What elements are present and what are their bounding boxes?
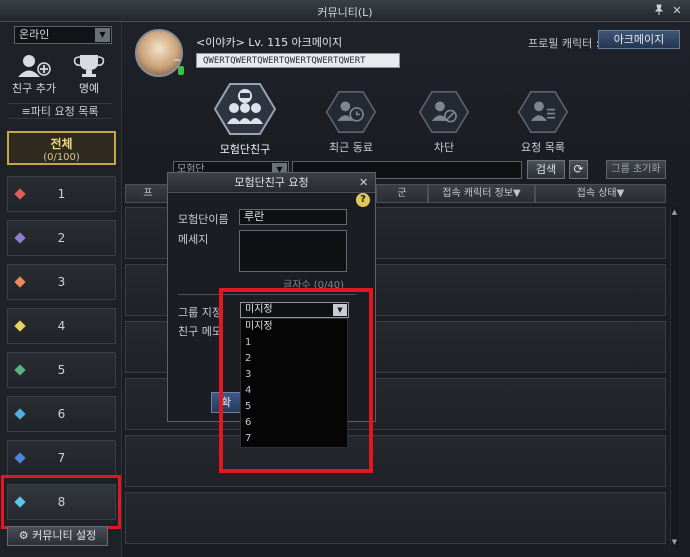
status-message-field[interactable]: QWERTQWERTQWERTQWERTQWERTQWERT [196,53,400,68]
chevron-down-icon: ▼ [95,28,110,42]
tab-request-list-label: 요청 목록 [521,141,565,154]
profile-character-button[interactable]: 아크메이지 [598,30,680,49]
refresh-icon[interactable]: ⟳ [569,160,588,179]
group-item-5[interactable]: 5 [7,352,116,388]
scroll-down-icon[interactable]: ▼ [670,537,679,547]
tab-request-list[interactable]: 요청 목록 [508,90,578,155]
block-user-icon [418,91,470,133]
help-icon[interactable]: ? [356,193,370,207]
close-icon[interactable]: ✕ [670,4,684,18]
title-bar: 커뮤니티(L) ✕ [0,0,690,22]
group-all-count: (0/100) [43,152,80,163]
group-item-label: 6 [57,407,66,421]
profile-character-label: 프로필 캐릭터 : [528,37,600,50]
group-item-label: 5 [57,363,66,377]
group-item-2[interactable]: 2 [7,220,116,256]
add-friend-button[interactable]: 친구 추가 [9,52,59,96]
request-list-icon [517,91,569,133]
scroll-up-icon[interactable]: ▲ [670,207,679,217]
friend-memo-label: 친구 메모 [178,325,222,338]
table-row[interactable] [125,435,666,487]
party-request-list-button[interactable]: ≡파티 요청 목록 [8,103,112,119]
trophy-icon [73,55,105,77]
online-status-value: 온라인 [19,28,50,41]
tab-recent-party[interactable]: 최근 동료 [316,90,386,155]
table-row[interactable] [125,492,666,544]
group-item-label: 3 [57,275,66,289]
column-header-character[interactable]: 접속 캐릭터 정보▼ [428,184,535,203]
column-header-left[interactable]: 프 [125,184,171,203]
group-item-label: 1 [57,187,66,201]
recent-users-icon [325,91,377,133]
dialog-title: 모험단친구 요청 [168,173,375,193]
tab-adventure-friends[interactable]: 모험단친구 [210,82,280,157]
tab-recent-party-label: 최근 동료 [329,141,373,154]
highlight-group-8 [1,475,121,529]
group-all-label: 전체 [50,137,73,151]
highlight-group-dropdown [219,288,373,473]
honor-button[interactable]: 명예 [64,52,114,96]
group-item-label: 2 [57,231,66,245]
group-icon [213,83,277,135]
tab-blocked[interactable]: 차단 [409,90,479,155]
message-label: 메세지 [178,233,209,246]
column-header-mid[interactable]: 군 [376,184,428,203]
search-button[interactable]: 검색 [527,160,565,179]
group-item-label: 4 [57,319,66,333]
community-settings-label: 커뮤니티 설정 [32,529,97,542]
add-friend-label: 친구 추가 [12,82,56,95]
window-title: 커뮤니티(L) [317,6,373,19]
message-textarea[interactable] [239,230,347,272]
dialog-close-icon[interactable]: ✕ [359,176,368,189]
add-friend-icon [18,55,51,77]
group-item-4[interactable]: 4 [7,308,116,344]
scrollbar[interactable] [670,207,679,547]
group-item-6[interactable]: 6 [7,396,116,432]
group-item-7[interactable]: 7 [7,440,116,476]
tab-adventure-friends-label: 모험단친구 [219,143,271,156]
group-reset-button[interactable]: 그룹 초기화 [606,160,666,179]
column-header-status[interactable]: 접속 상태▼ [535,184,666,203]
group-item-1[interactable]: 1 [7,176,116,212]
community-settings-button[interactable]: ⚙ 커뮤니티 설정 [7,526,108,546]
group-item-3[interactable]: 3 [7,264,116,300]
group-all-button[interactable]: 전체 (0/100) [7,131,116,165]
online-status-icon [178,66,184,75]
group-item-label: 7 [57,451,66,465]
online-status-select[interactable]: 온라인 ▼ [14,26,112,44]
honor-label: 명예 [78,82,100,95]
adventure-name-input[interactable]: 루란 [239,209,347,225]
character-info: <이야카> Lv. 115 아크메이지 [196,36,343,49]
group-assign-label: 그룹 지정 [178,306,222,319]
tab-blocked-label: 차단 [433,141,455,154]
name-label: 모험단이름 [178,213,229,226]
avatar [135,29,183,77]
pin-icon[interactable] [652,4,666,18]
gear-icon: ⚙ [18,529,29,542]
